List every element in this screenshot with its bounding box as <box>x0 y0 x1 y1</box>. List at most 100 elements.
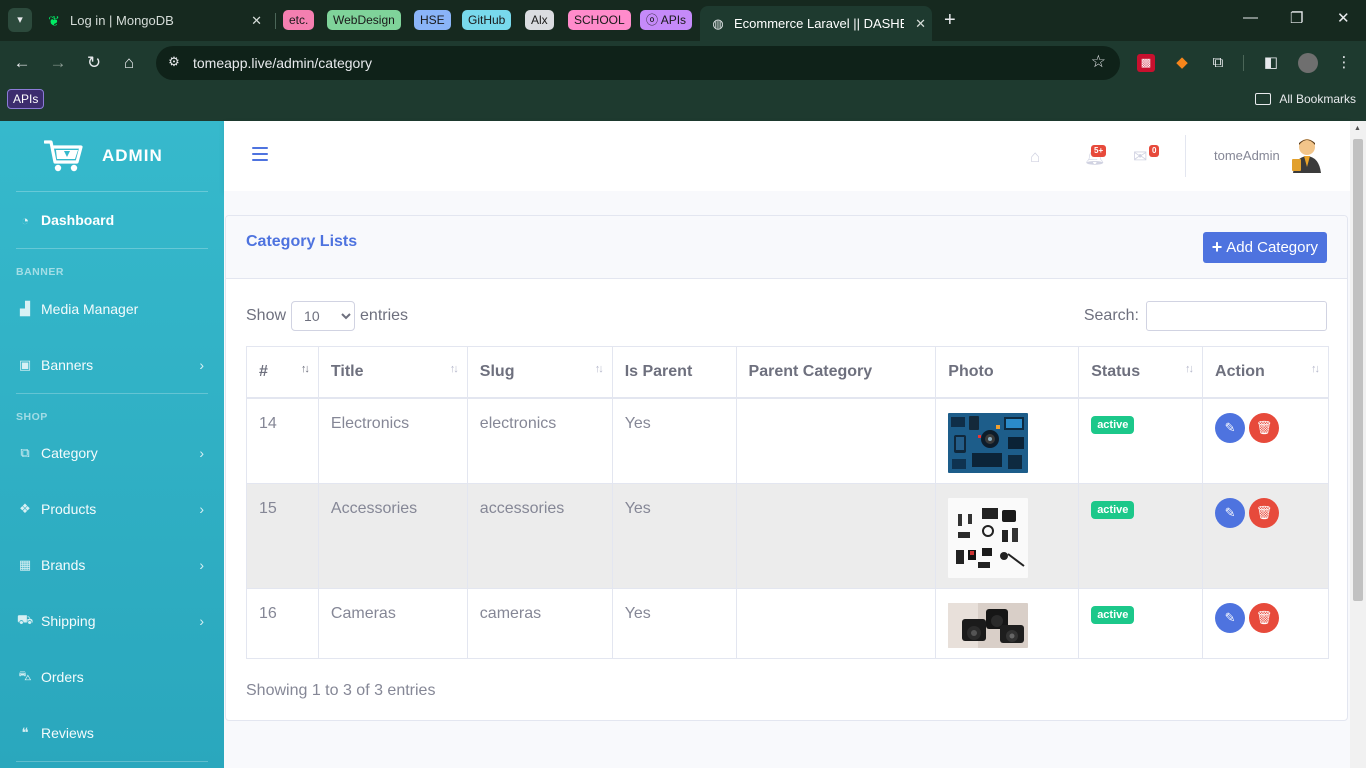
edit-icon: ✎ <box>1224 505 1236 520</box>
edit-button[interactable]: ✎ <box>1215 603 1246 633</box>
new-tab-button[interactable]: + <box>944 10 956 30</box>
column-label: Photo <box>948 362 994 380</box>
column-header-slug[interactable]: Slug ↑↓ <box>466 346 613 399</box>
tab-group-school[interactable]: SCHOOL <box>568 10 631 30</box>
tab-ecommerce-dashboard[interactable]: ◍ Ecommerce Laravel || DASHBOA ✕ <box>700 6 932 41</box>
column-header-action[interactable]: Action ↑↓ <box>1202 346 1329 399</box>
column-header-parent-category[interactable]: Parent Category <box>735 346 937 399</box>
search-input[interactable] <box>1146 301 1327 331</box>
accessories-photo[interactable] <box>948 498 1029 578</box>
table-header-row: # ↑↓ Title ↑↓ Slug ↑↓ Is Parent Parent Cate… <box>246 346 1329 399</box>
column-header-is-parent[interactable]: Is Parent <box>611 346 737 399</box>
extensions-puzzle-icon[interactable]: ⧉ <box>1209 54 1227 72</box>
sidebar-item-orders[interactable]: ⛍ Orders <box>0 657 224 697</box>
site-info-icon[interactable]: ⚙ <box>166 54 182 70</box>
envelope-icon[interactable]: ✉ <box>1133 147 1147 167</box>
sidebar-brand[interactable]: ADMIN <box>0 121 224 191</box>
sidebar-item-shipping[interactable]: ⛟ Shipping › <box>0 601 224 641</box>
tab-search-button[interactable]: ▾ <box>8 8 32 32</box>
sidebar-item-banners[interactable]: ▣ Banners › <box>0 345 224 385</box>
table-row: 16 Cameras cameras Yes active ✎ 🗑︎ <box>246 588 1329 659</box>
row-actions: ✎ 🗑︎ <box>1215 498 1328 528</box>
delete-button[interactable]: 🗑︎ <box>1249 498 1280 528</box>
reload-icon[interactable]: ↻ <box>82 51 106 75</box>
user-name[interactable]: tomeAdmin <box>1214 148 1280 163</box>
search-label: Search: <box>1083 307 1139 324</box>
status-badge: active <box>1091 501 1135 519</box>
sidebar-item-reviews[interactable]: ❝ Reviews <box>0 713 224 753</box>
electronics-photo[interactable] <box>948 412 1029 473</box>
sidebar-item-category[interactable]: ⧉ Category › <box>0 433 224 473</box>
row-actions: ✎ 🗑︎ <box>1215 412 1328 443</box>
scroll-up-arrow-icon[interactable]: ▲ <box>1354 125 1361 132</box>
column-header-id[interactable]: # ↑↓ <box>246 346 319 399</box>
close-tab-icon[interactable]: ✕ <box>915 16 926 32</box>
cell-is-parent: Yes <box>611 588 737 659</box>
home-icon[interactable]: ⌂ <box>117 51 141 75</box>
column-header-status[interactable]: Status ↑↓ <box>1078 346 1204 399</box>
all-bookmarks-button[interactable]: All Bookmarks <box>1255 92 1356 106</box>
add-category-button[interactable]: + Add Category <box>1202 232 1327 263</box>
extension-red-icon[interactable]: ▩ <box>1137 54 1155 72</box>
home-icon[interactable]: ⌂ <box>1030 147 1040 167</box>
sidebar: ADMIN ◔ Dashboard BANNER ▟ Media Manager… <box>0 121 224 768</box>
metamask-fox-icon[interactable]: ◆ <box>1173 54 1191 72</box>
sidebar-item-dashboard[interactable]: ◔ Dashboard <box>0 200 224 240</box>
cell-id: 14 <box>246 397 319 484</box>
restore-icon[interactable]: ❐ <box>1290 9 1303 27</box>
plus-icon: + <box>1211 237 1223 257</box>
browser-menu-icon[interactable]: ⋮ <box>1335 54 1353 72</box>
column-header-title[interactable]: Title ↑↓ <box>317 346 468 399</box>
tab-group-etc[interactable]: etc. <box>283 10 315 30</box>
scrollbar-thumb[interactable] <box>1353 139 1363 601</box>
delete-button[interactable]: 🗑︎ <box>1249 603 1280 633</box>
profile-avatar[interactable] <box>1298 53 1318 73</box>
bookmark-apis[interactable]: APIs <box>7 89 45 109</box>
cameras-photo[interactable] <box>948 603 1029 648</box>
sort-icon: ↑↓ <box>449 363 459 375</box>
column-label: Action <box>1215 362 1265 380</box>
tab-title: Log in | MongoDB <box>70 13 174 28</box>
cell-is-parent: Yes <box>611 397 737 484</box>
tab-group-github[interactable]: GitHub <box>462 10 512 30</box>
column-header-photo[interactable]: Photo <box>935 346 1080 399</box>
close-tab-icon[interactable]: ✕ <box>251 13 262 29</box>
page-scrollbar[interactable]: ▲ <box>1350 121 1366 768</box>
tab-group-hse[interactable]: HSE <box>414 10 451 30</box>
user-avatar[interactable] <box>1290 137 1322 173</box>
sidebar-toggle-icon[interactable] <box>252 147 268 161</box>
close-window-icon[interactable]: ✕ <box>1337 9 1350 27</box>
forward-arrow-icon[interactable]: → <box>46 51 70 75</box>
sidebar-item-media-manager[interactable]: ▟ Media Manager <box>0 289 224 329</box>
sort-icon: ↑↓ <box>300 363 310 375</box>
cell-status: active <box>1078 588 1204 659</box>
entries-select[interactable]: 10 <box>291 301 356 331</box>
chart-area-icon: ▟ <box>20 301 30 316</box>
globe-icon: ◍ <box>712 15 724 31</box>
column-label: Slug <box>479 362 515 380</box>
page-title: Category Lists <box>246 233 358 250</box>
bookmark-star-icon[interactable]: ☆ <box>1091 52 1106 72</box>
edit-button[interactable]: ✎ <box>1215 412 1246 443</box>
address-bar[interactable]: ⚙ tomeapp.live/admin/category ☆ <box>156 46 1120 80</box>
cell-title: Accessories <box>317 483 468 589</box>
side-panel-icon[interactable]: ◧ <box>1262 54 1280 72</box>
sidebar-item-label: Products <box>41 501 97 517</box>
minimize-icon[interactable]: — <box>1243 9 1258 26</box>
tab-group-alx[interactable]: Alx <box>525 10 554 30</box>
delete-button[interactable]: 🗑︎ <box>1249 412 1280 443</box>
back-arrow-icon[interactable]: ← <box>10 51 34 75</box>
sidebar-item-label: Reviews <box>41 725 94 741</box>
column-label: Is Parent <box>624 362 693 380</box>
tab-group-webdesign[interactable]: WebDesign <box>327 10 401 30</box>
cell-action: ✎ 🗑︎ <box>1202 397 1329 484</box>
cell-title: Electronics <box>317 397 468 484</box>
sidebar-item-brands[interactable]: ▦ Brands › <box>0 545 224 585</box>
trash-icon: 🗑︎ <box>1255 419 1273 435</box>
folder-icon <box>1255 93 1272 105</box>
edit-button[interactable]: ✎ <box>1215 498 1246 528</box>
tab-mongodb[interactable]: ❦ Log in | MongoDB ✕ <box>46 6 268 35</box>
tab-group-apis[interactable]: ⓞ APIs <box>640 10 693 30</box>
sidebar-item-products[interactable]: ❖ Products › <box>0 489 224 529</box>
card-header: Category Lists + Add Category <box>226 216 1347 279</box>
